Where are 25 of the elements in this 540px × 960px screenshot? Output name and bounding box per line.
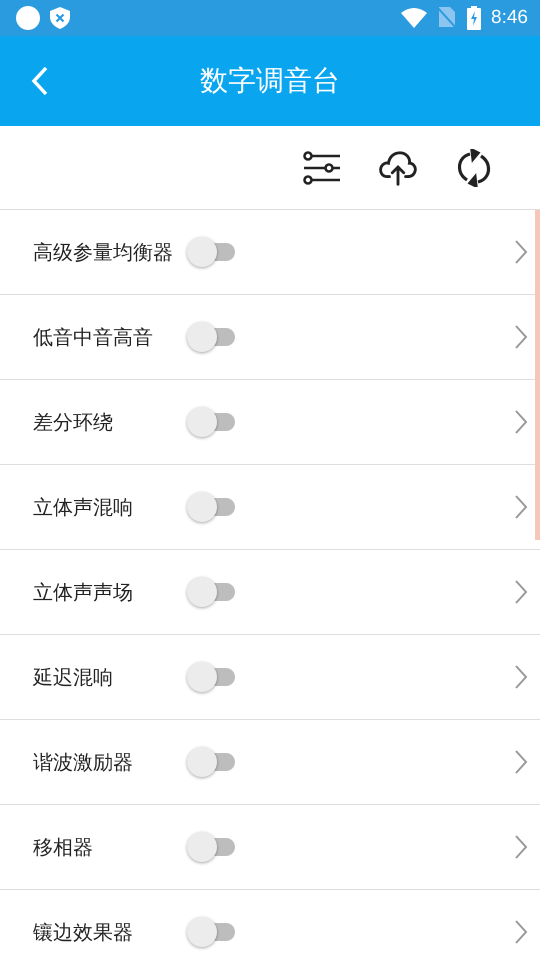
chevron-icon[interactable]: [514, 664, 528, 690]
chevron-icon[interactable]: [514, 919, 528, 945]
chevron-icon[interactable]: [514, 239, 528, 265]
battery-icon: [467, 6, 482, 30]
effect-name: 低音中音高音: [33, 324, 154, 350]
effect-name: 延迟混响: [33, 664, 114, 690]
effect-name: 谐波激励器: [33, 748, 134, 776]
clock: 8:46: [491, 7, 528, 29]
no-sim-icon: [437, 7, 458, 29]
circle-icon: [16, 6, 40, 30]
chevron-icon[interactable]: [514, 409, 528, 435]
effect-name: 移相器: [33, 834, 94, 860]
chevron-icon[interactable]: [514, 749, 528, 775]
shield-icon: [50, 7, 70, 29]
effect-name: 高级参量均衡器: [33, 238, 174, 266]
chevron-icon[interactable]: [514, 579, 528, 605]
effect-name: 差分环绕: [33, 408, 114, 436]
wifi-icon: [401, 8, 428, 28]
chevron-icon[interactable]: [514, 494, 528, 520]
chevron-icon[interactable]: [514, 324, 528, 350]
chevron-icon[interactable]: [514, 834, 528, 860]
effect-name: 立体声声场: [33, 578, 134, 606]
effect-name: 立体声混响: [33, 494, 134, 520]
effect-name: 镶边效果器: [33, 918, 134, 946]
page-title: 数字调音台: [200, 63, 340, 99]
